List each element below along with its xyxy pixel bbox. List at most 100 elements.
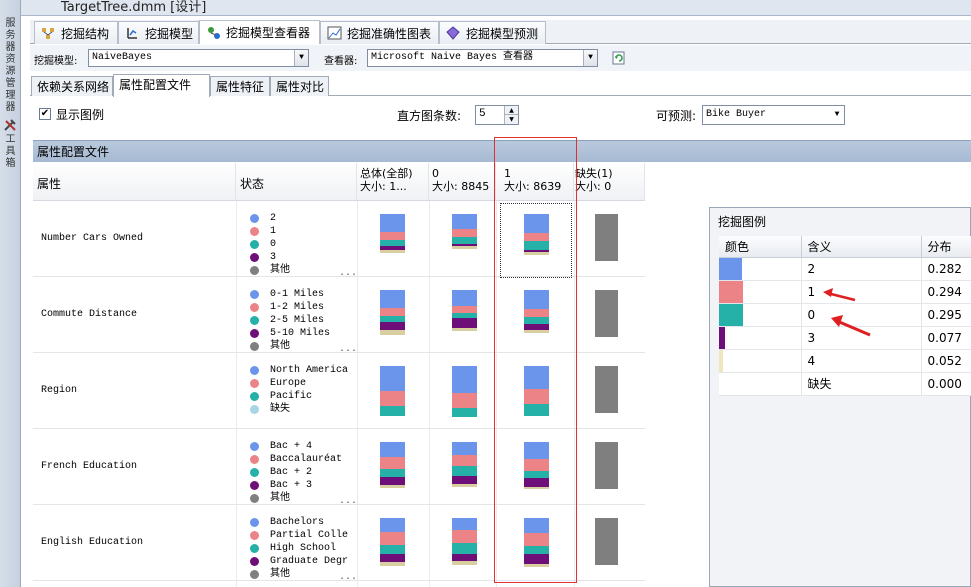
attribute-name: French Education [41,461,138,472]
histogram-segment [452,306,477,313]
histogram-bars-value: 5 [479,108,486,120]
legend-distribution: 0.077 [921,326,971,350]
state-dot [250,442,259,451]
histogram-segment [380,518,405,532]
header-col-0-line1: 0 [432,167,439,180]
tab-mining-structure[interactable]: 挖掘结构 [34,21,118,44]
missing-histogram-bar[interactable] [595,214,618,261]
histogram-bar[interactable] [380,214,405,264]
histogram-segment [380,322,405,330]
histogram-bar[interactable] [380,290,405,340]
histogram-bar[interactable] [452,366,477,417]
legend-row[interactable]: 2 0.282 [719,257,971,281]
missing-histogram-bar[interactable] [595,518,618,565]
missing-histogram-bar[interactable] [595,442,618,489]
spin-down-icon[interactable]: ▼ [504,115,518,124]
histogram-bar[interactable] [380,442,405,492]
toolbox-tab[interactable]: 工具箱 [2,134,19,170]
show-legend-label: 显示图例 [56,108,105,122]
red-arrows [823,288,871,337]
histogram-segment [380,545,405,554]
histogram-bars-spinner[interactable]: 5 ▲ ▼ [475,105,519,125]
header-attribute-label: 属性 [37,177,62,191]
model-label: 挖掘模型: [34,56,78,67]
model-viewer-icon [206,26,221,40]
model-select[interactable]: NaiveBayes ▼ [88,49,309,67]
server-explorer-tab[interactable]: 服务器资源管理器 [2,18,19,114]
legend-swatch [719,303,743,326]
viewer-select[interactable]: Microsoft Naive Bayes 查看器 ▼ [367,49,598,67]
tab-model-prediction[interactable]: 挖掘模型预测 [439,21,546,44]
state-label: Europe [270,378,307,389]
legend-header-meaning[interactable]: 含义 [801,236,922,258]
state-label: North America [270,365,349,376]
histogram-segment [380,290,405,308]
histogram-segment [380,485,405,488]
histogram-bar[interactable] [452,290,477,340]
missing-histogram-bar[interactable] [595,366,618,413]
spin-up-icon[interactable]: ▲ [504,106,518,115]
header-col-total-line2: 大小: 1... [360,180,407,193]
tab-label: 挖掘准确性图表 [347,26,432,41]
histogram-segment [452,466,477,476]
tab-model-viewer[interactable]: 挖掘模型查看器 [199,20,320,44]
predictable-label: 可预测: [656,109,697,123]
state-dot [250,468,259,477]
histogram-segment [452,530,477,543]
histogram-segment [452,214,477,229]
histogram-segment [380,457,405,469]
show-legend-checkbox[interactable]: ✔ [39,108,51,120]
tab-dependency-network[interactable]: 依赖关系网络 [31,76,113,96]
histogram-bar[interactable] [380,366,405,416]
legend-row[interactable]: 4 0.052 [719,349,971,373]
document-title[interactable]: TargetTree.dmm [设计] [61,0,206,15]
predictable-select[interactable]: Bike Buyer ▼ [702,105,845,125]
histogram-segment [452,366,477,393]
tab-attribute-profiles[interactable]: 属性配置文件 [113,74,210,97]
legend-color-cell [719,326,802,350]
header-state[interactable]: 状态 [236,163,357,201]
histogram-segment [380,469,405,477]
tab-label: 挖掘模型查看器 [226,26,311,40]
legend-row[interactable]: 缺失 0.000 [719,372,971,396]
refresh-icon[interactable] [612,51,626,65]
header-col-total[interactable]: 总体(全部) 大小: 1... [357,163,429,201]
legend-header-distribution[interactable]: 分布 [921,236,971,258]
header-attribute[interactable]: 属性 [33,163,236,201]
histogram-bars-label: 直方图条数: [397,109,462,123]
histogram-segment [380,532,405,545]
chevron-down-icon[interactable]: ▼ [830,106,844,124]
state-dot [250,518,259,527]
chevron-down-icon[interactable]: ▼ [294,50,308,66]
designer-tabs: 挖掘结构 挖掘模型 挖掘模型查看器 挖掘准确性图表 挖掘模型预测 [30,20,971,44]
missing-histogram-bar[interactable] [595,290,618,337]
state-label: 0-1 Miles [270,289,325,300]
histogram-segment [452,328,477,331]
legend-distribution: 0.282 [921,257,971,281]
histogram-segment [380,406,405,416]
histogram-segment [452,237,477,244]
histogram-bar[interactable] [452,214,477,264]
legend-distribution: 0.294 [921,280,971,304]
state-label: 1-2 Miles [270,302,325,313]
histogram-bar[interactable] [452,442,477,492]
legend-header-color[interactable]: 颜色 [719,236,802,258]
attribute-name: Number Cars Owned [41,233,144,244]
header-col-missing-line1: 缺失(1) [575,167,613,180]
state-dot [250,366,259,375]
histogram-bar[interactable] [380,518,405,568]
tab-accuracy-chart[interactable]: 挖掘准确性图表 [320,21,439,44]
header-col-total-line1: 总体(全部) [360,167,413,180]
tab-attribute-discrimination[interactable]: 属性对比 [270,76,329,96]
tab-label: 挖掘模型预测 [466,26,539,41]
red-arrow-1 [823,288,856,302]
viewer-subtabs: 依赖关系网络 属性配置文件 属性特征 属性对比 [30,74,971,97]
state-dot [250,494,259,503]
header-col-0[interactable]: 0 大小: 8845 [429,163,496,201]
chevron-down-icon[interactable]: ▼ [583,50,597,66]
header-col-missing[interactable]: 缺失(1) 大小: 0 [574,163,645,201]
tab-attribute-characteristics[interactable]: 属性特征 [210,76,270,96]
red-arrow-2 [831,315,871,337]
histogram-bar[interactable] [452,518,477,568]
tab-mining-models[interactable]: 挖掘模型 [118,21,199,44]
